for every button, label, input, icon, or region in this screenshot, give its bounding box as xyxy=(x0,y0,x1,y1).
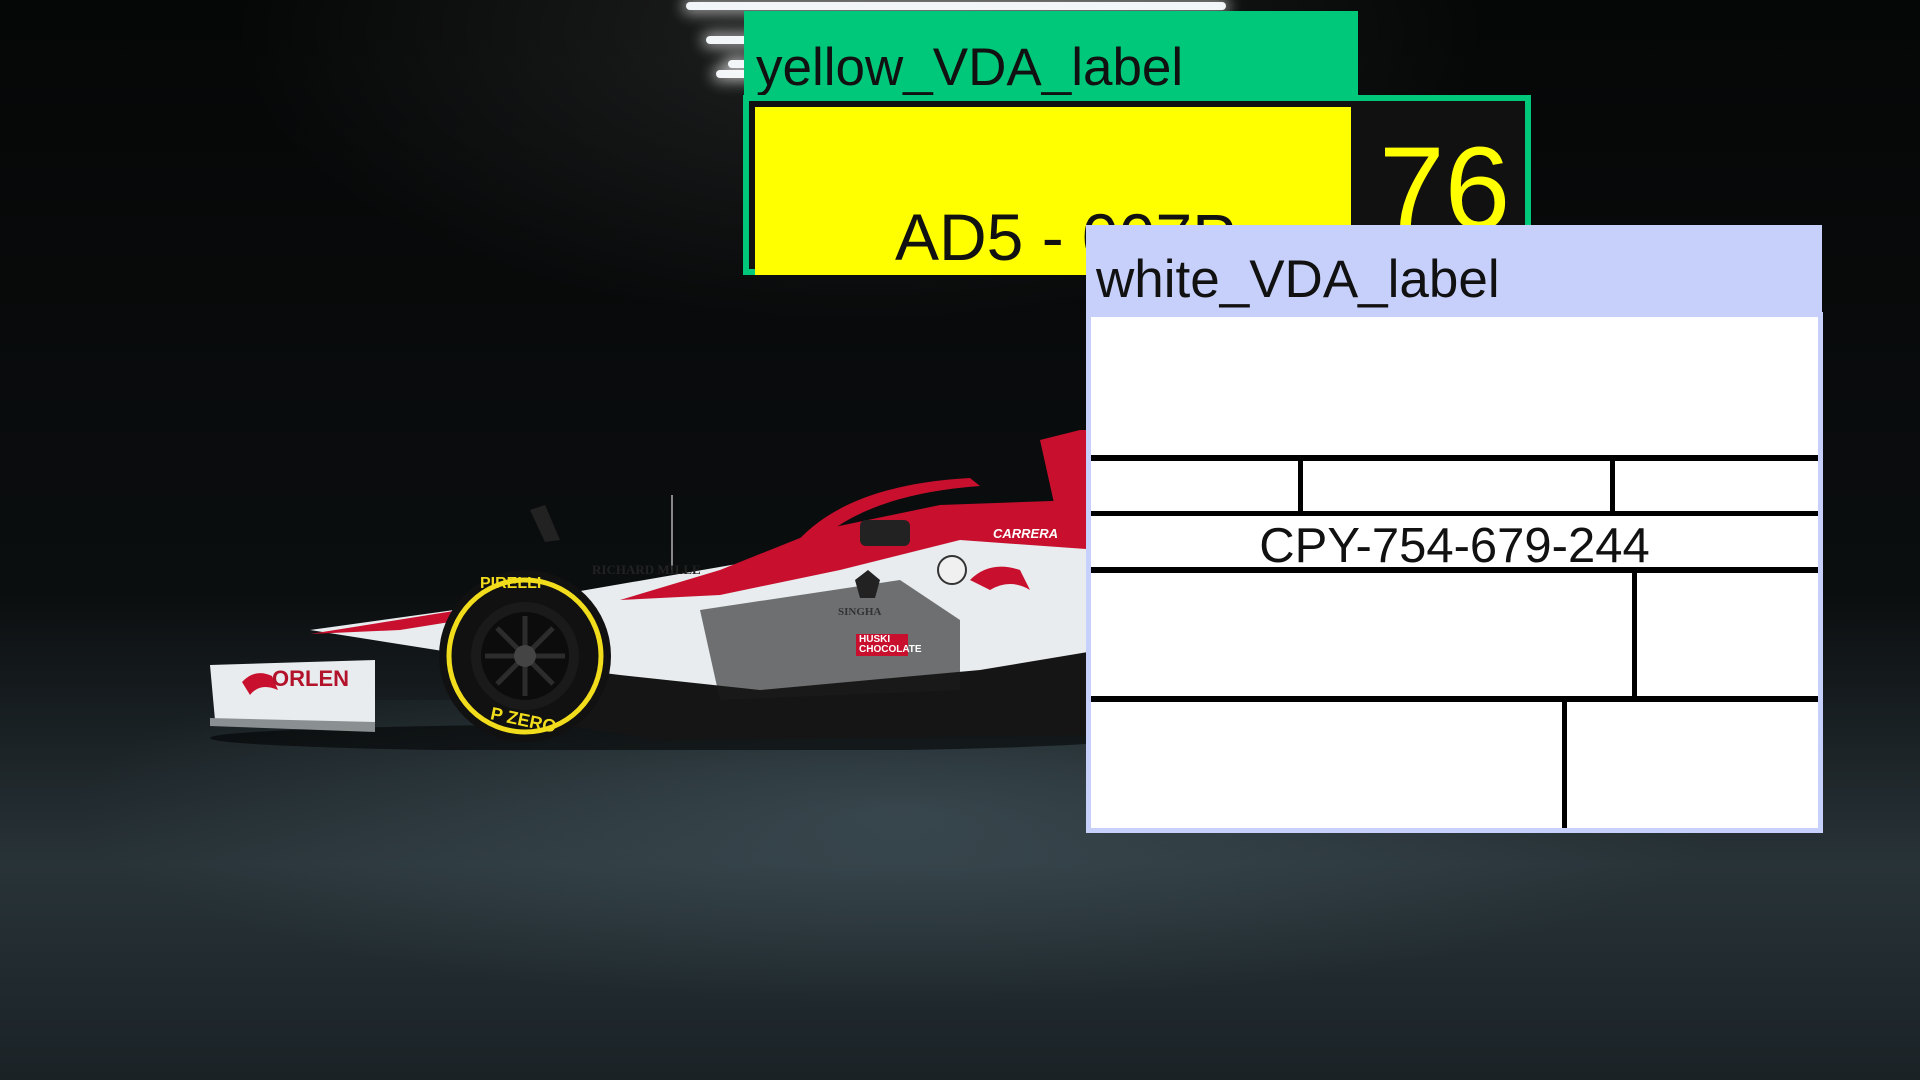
label-rule xyxy=(1091,511,1818,516)
label-divider xyxy=(1298,461,1303,511)
sponsor-orlen-front-wing: ORLEN xyxy=(272,666,349,691)
sponsor-carrera: CARRERA xyxy=(993,526,1058,541)
yellow-label-header: yellow_VDA_label xyxy=(744,11,1358,101)
yellow-label-header-text: yellow_VDA_label xyxy=(756,38,1184,97)
white-label-header: white_VDA_label xyxy=(1086,225,1822,317)
race-car-image: ORLEN PIRELLI P ZERO RICHARD MILLE CARRE… xyxy=(200,420,1130,750)
label-divider xyxy=(1632,573,1637,696)
label-rule xyxy=(1091,696,1818,702)
white-vda-label: CPY-754-679-244 xyxy=(1086,312,1823,833)
sponsor-pirelli: PIRELLI xyxy=(480,575,542,592)
label-rule xyxy=(1091,567,1818,573)
label-divider xyxy=(1610,461,1615,511)
studio-light xyxy=(686,2,1226,10)
race-car-drawing xyxy=(210,430,1130,750)
white-label-header-text: white_VDA_label xyxy=(1096,250,1500,309)
label-divider xyxy=(1562,702,1567,828)
white-label-code: CPY-754-679-244 xyxy=(1259,519,1650,573)
sponsor-richard-mille: RICHARD MILLE xyxy=(592,562,701,577)
sponsor-huski: HUSKI CHOCOLATE xyxy=(856,634,922,656)
sponsor-singha: SINGHA xyxy=(838,606,882,618)
label-rule xyxy=(1091,455,1818,461)
